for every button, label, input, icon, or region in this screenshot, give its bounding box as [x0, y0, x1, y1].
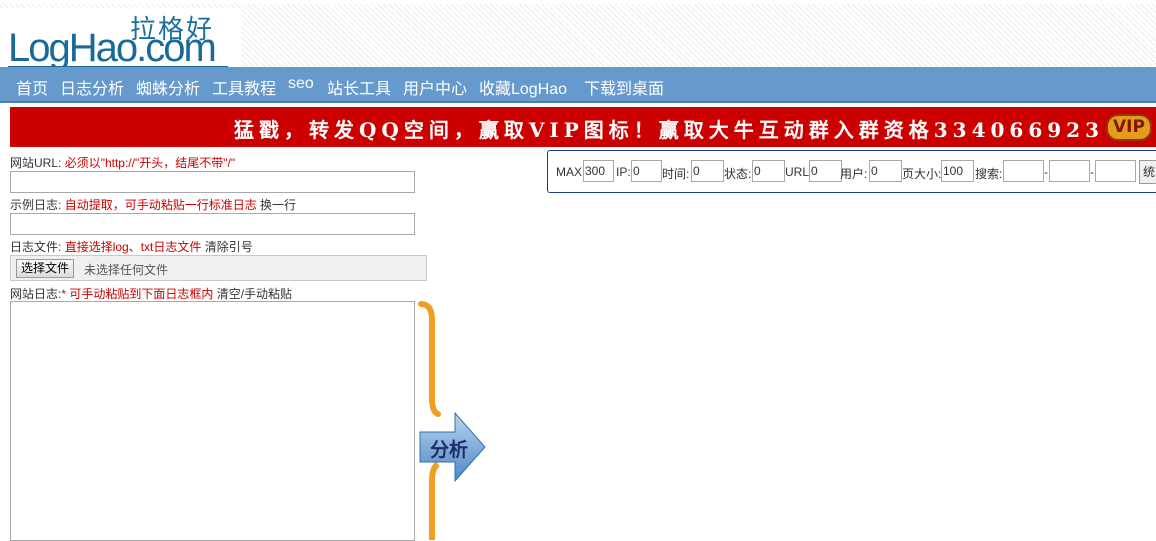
- sample-label-row: 示例日志: 自动提取，可手动粘贴一行标准日志 换一行: [10, 196, 296, 213]
- file-picker: 选择文件 未选择任何文件: [10, 255, 427, 281]
- required-star: *: [61, 287, 67, 301]
- header: 拉格好 LogHao.com: [0, 0, 1156, 70]
- status-label: 状态:: [724, 167, 752, 181]
- user-input[interactable]: 0: [869, 160, 902, 182]
- url-label: 网站URL:: [10, 156, 62, 170]
- banner-text: 猛戳，转发QQ空间，赢取VIP图标！赢取大牛互动群入群资格334066923: [234, 118, 1104, 142]
- filter-bar: MAX: 300 IP: 0 时间: 0 状态: 0 URL: 0 用户: 0 …: [547, 150, 1156, 193]
- url-filter-input[interactable]: 0: [809, 160, 842, 182]
- log-label: 网站日志:: [10, 287, 62, 301]
- max-input[interactable]: 300: [583, 160, 614, 182]
- site-logo[interactable]: 拉格好 LogHao.com: [0, 8, 241, 70]
- pagesize-input[interactable]: 100: [941, 160, 974, 182]
- nav-tool-tutorial[interactable]: 工具教程: [212, 75, 276, 99]
- logo-english-text: LogHao.com: [8, 26, 217, 70]
- user-label: 用户:: [840, 167, 868, 181]
- time-label: 时间:: [662, 167, 690, 181]
- url-label-row: 网站URL: 必须以"http://"开头，结尾不带"/": [10, 154, 235, 171]
- search-separator-2: -: [1090, 165, 1094, 179]
- ip-label: IP:: [616, 165, 631, 179]
- vip-badge-icon: VIP: [1106, 114, 1152, 141]
- main-nav: 首页 日志分析 蜘蛛分析 工具教程 seo 站长工具 用户中心 收藏LogHao…: [0, 67, 1156, 103]
- log-textarea[interactable]: [10, 301, 415, 541]
- sample-hint: 自动提取，可手动粘贴一行标准日志: [64, 198, 257, 212]
- search-separator-1: -: [1044, 165, 1048, 179]
- status-input[interactable]: 0: [752, 160, 785, 182]
- file-status: 未选择任何文件: [84, 263, 169, 277]
- promo-banner[interactable]: 猛戳，转发QQ空间，赢取VIP图标！赢取大牛互动群入群资格334066923 V…: [10, 107, 1156, 147]
- nav-seo[interactable]: seo: [288, 75, 314, 93]
- file-label-row: 日志文件: 直接选择log、txt日志文件 清除引号: [10, 238, 253, 255]
- analyze-label: 分析: [430, 439, 469, 461]
- sample-log-input[interactable]: [10, 213, 415, 235]
- nav-user-center[interactable]: 用户中心: [403, 75, 467, 99]
- pagesize-label: 页大小:: [902, 167, 942, 181]
- clear-quotes-link[interactable]: 清除引号: [205, 240, 253, 254]
- nav-spider-analysis[interactable]: 蜘蛛分析: [136, 75, 200, 99]
- nav-webmaster-tools[interactable]: 站长工具: [327, 75, 391, 99]
- search-input-2[interactable]: [1049, 160, 1090, 182]
- time-input[interactable]: 0: [691, 160, 724, 182]
- url-input[interactable]: [10, 171, 415, 193]
- choose-file-button[interactable]: 选择文件: [16, 259, 75, 278]
- url-hint: 必须以"http://"开头，结尾不带"/": [64, 156, 236, 170]
- change-line-link[interactable]: 换一行: [260, 198, 296, 212]
- search-label: 搜索:: [975, 167, 1003, 181]
- nav-download-desktop[interactable]: 下载到桌面: [584, 75, 664, 99]
- nav-log-analysis[interactable]: 日志分析: [60, 75, 124, 99]
- max-label: MAX:: [556, 165, 586, 179]
- file-label: 日志文件:: [10, 240, 62, 254]
- nav-home[interactable]: 首页: [16, 75, 48, 99]
- log-label-row: 网站日志:* 可手动粘贴到下面日志框内 清空/手动粘贴: [10, 285, 292, 302]
- search-input-1[interactable]: [1003, 160, 1044, 182]
- log-hint: 可手动粘贴到下面日志框内: [69, 287, 214, 301]
- sample-label: 示例日志:: [10, 198, 62, 212]
- file-hint: 直接选择log、txt日志文件: [64, 240, 202, 254]
- ip-input[interactable]: 0: [631, 160, 662, 182]
- filter-submit-button[interactable]: 统: [1139, 160, 1156, 184]
- nav-favorite[interactable]: 收藏LogHao: [479, 75, 567, 99]
- clear-paste-link[interactable]: 清空/手动粘贴: [217, 287, 292, 301]
- search-input-3[interactable]: [1095, 160, 1136, 182]
